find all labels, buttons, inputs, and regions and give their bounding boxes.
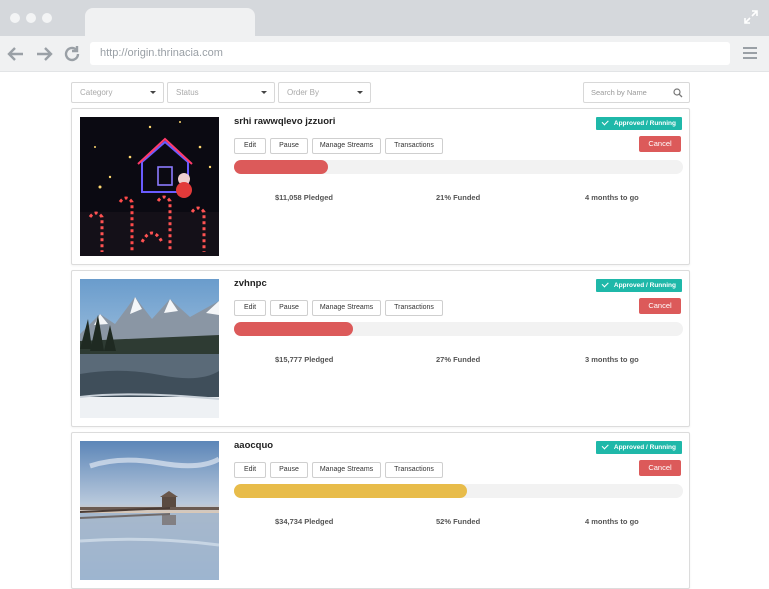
campaign-card: zvhnpc Approved / Running Edit Pause Man…: [71, 270, 690, 427]
transactions-button[interactable]: Transactions: [385, 462, 443, 478]
campaign-thumbnail[interactable]: [80, 441, 219, 580]
browser-tab[interactable]: [85, 8, 255, 36]
funded-percent: 21% Funded: [436, 193, 481, 202]
category-select[interactable]: Category: [71, 82, 164, 103]
search-placeholder: Search by Name: [591, 88, 647, 97]
edit-button[interactable]: Edit: [234, 462, 266, 478]
pledged-amount: $34,734 Pledged: [275, 517, 334, 526]
funding-progress-bar: [234, 160, 683, 174]
funding-progress-fill: [234, 160, 328, 174]
filter-bar: Category Status Order By Search by Name: [71, 82, 690, 103]
address-bar[interactable]: http://origin.thrinacia.com: [90, 42, 730, 65]
order-by-select-label: Order By: [287, 88, 320, 97]
chevron-down-icon: [357, 91, 363, 94]
funding-progress-bar: [234, 322, 683, 336]
forward-arrow-icon[interactable]: [34, 44, 54, 64]
window-dot-maximize[interactable]: [42, 13, 52, 23]
expand-icon[interactable]: [743, 9, 759, 25]
back-arrow-icon[interactable]: [6, 44, 26, 64]
pause-button[interactable]: Pause: [270, 138, 308, 154]
funded-percent: 27% Funded: [436, 355, 481, 364]
manage-streams-button[interactable]: Manage Streams: [312, 138, 381, 154]
search-input[interactable]: Search by Name: [583, 82, 690, 103]
transactions-button[interactable]: Transactions: [385, 300, 443, 316]
status-badge-label: Approved / Running: [613, 120, 676, 127]
campaign-card: srhi rawwqlevo jzzuori Approved / Runnin…: [71, 108, 690, 265]
reload-icon[interactable]: [62, 44, 82, 64]
chevron-down-icon: [150, 91, 156, 94]
time-remaining: 3 months to go: [585, 355, 639, 364]
time-remaining: 4 months to go: [585, 193, 639, 202]
status-badge: Approved / Running: [595, 117, 682, 130]
hamburger-menu-icon[interactable]: [743, 46, 757, 60]
browser-titlebar: [0, 0, 769, 36]
status-badge-label: Approved / Running: [613, 282, 676, 289]
window-dot-minimize[interactable]: [26, 13, 36, 23]
checkmark-icon: [601, 280, 609, 288]
funded-percent: 52% Funded: [436, 517, 481, 526]
manage-streams-button[interactable]: Manage Streams: [312, 462, 381, 478]
campaign-thumbnail[interactable]: [80, 279, 219, 418]
pledged-amount: $11,058 Pledged: [275, 193, 333, 202]
cancel-button[interactable]: Cancel: [639, 136, 681, 152]
campaign-title[interactable]: aaocquo: [234, 440, 273, 451]
cancel-button[interactable]: Cancel: [639, 460, 681, 476]
checkmark-icon: [601, 118, 609, 126]
edit-button[interactable]: Edit: [234, 300, 266, 316]
campaign-thumbnail[interactable]: [80, 117, 219, 256]
search-icon[interactable]: [673, 88, 683, 98]
status-badge: Approved / Running: [595, 279, 682, 292]
cancel-button[interactable]: Cancel: [639, 298, 681, 314]
status-badge-label: Approved / Running: [613, 444, 676, 451]
window-dot-close[interactable]: [10, 13, 20, 23]
campaign-card: aaocquo Approved / Running Edit Pause Ma…: [71, 432, 690, 589]
manage-streams-button[interactable]: Manage Streams: [312, 300, 381, 316]
campaign-title[interactable]: srhi rawwqlevo jzzuori: [234, 116, 335, 127]
pause-button[interactable]: Pause: [270, 300, 308, 316]
campaign-title[interactable]: zvhnpc: [234, 278, 267, 289]
transactions-button[interactable]: Transactions: [385, 138, 443, 154]
time-remaining: 4 months to go: [585, 517, 639, 526]
funding-progress-fill: [234, 322, 353, 336]
category-select-label: Category: [80, 88, 113, 97]
edit-button[interactable]: Edit: [234, 138, 266, 154]
status-badge: Approved / Running: [595, 441, 682, 454]
pause-button[interactable]: Pause: [270, 462, 308, 478]
status-select[interactable]: Status: [167, 82, 275, 103]
funding-progress-fill: [234, 484, 467, 498]
chevron-down-icon: [261, 91, 267, 94]
status-select-label: Status: [176, 88, 199, 97]
checkmark-icon: [601, 442, 609, 450]
pledged-amount: $15,777 Pledged: [275, 355, 334, 364]
funding-progress-bar: [234, 484, 683, 498]
order-by-select[interactable]: Order By: [278, 82, 371, 103]
